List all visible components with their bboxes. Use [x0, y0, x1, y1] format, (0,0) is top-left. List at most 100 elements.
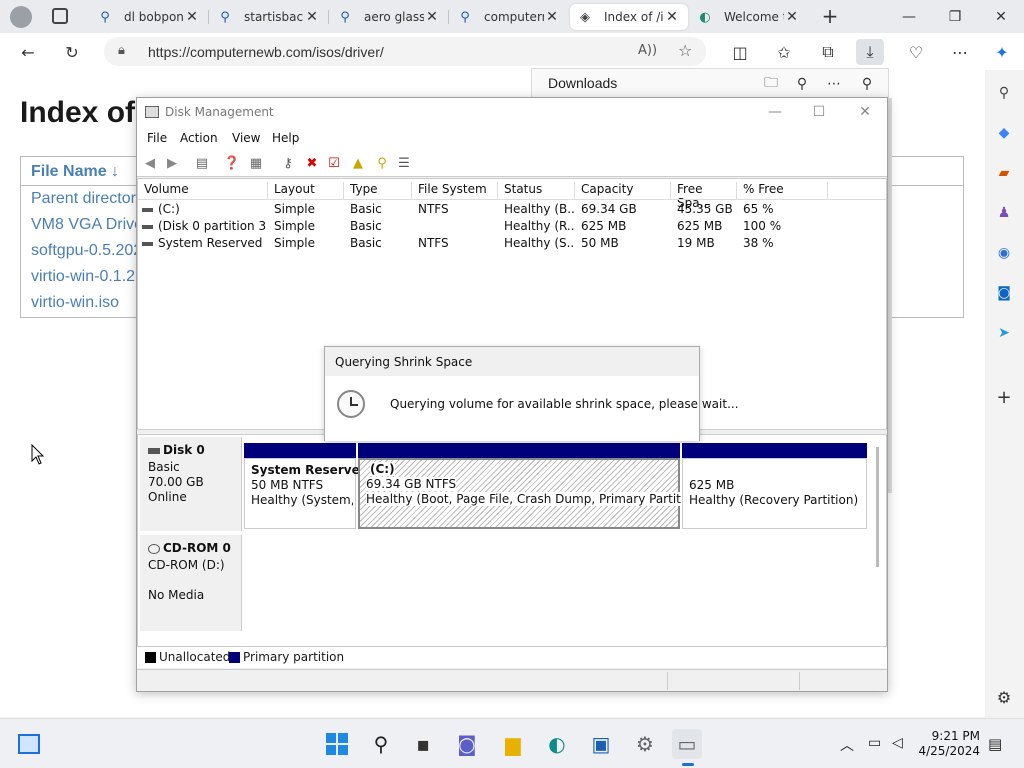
col-capacity[interactable]: Capacity	[575, 182, 671, 199]
folder-up-icon[interactable]: ▲	[349, 154, 367, 172]
search-icon[interactable]: ⚲	[366, 729, 396, 759]
show-hide-tree-icon[interactable]: ▤	[193, 154, 211, 172]
address-bar[interactable]: 🔒︎ https://computernewb.com/isos/driver/…	[104, 37, 706, 66]
disk-management-taskbar-icon[interactable]: ▭	[672, 729, 702, 759]
menu-action[interactable]: Action	[180, 131, 218, 145]
col-volume[interactable]: Volume	[138, 182, 268, 199]
table-row[interactable]: System Reserved Simple Basic NTFS Health…	[138, 235, 886, 252]
downloads-icon[interactable]: ⤓	[856, 39, 884, 65]
col-percent-free[interactable]: % Free	[737, 182, 828, 199]
col-type[interactable]: Type	[344, 182, 412, 199]
tab-1[interactable]: ⚲ startisback ✕	[210, 4, 328, 30]
col-file-system[interactable]: File System	[412, 182, 498, 199]
computer-management-icon[interactable]: ⚙	[630, 729, 660, 759]
search-downloads-icon[interactable]: ⚲	[791, 73, 813, 95]
sidebar-settings-gear-icon[interactable]: ⚙	[993, 686, 1015, 708]
menu-file[interactable]: File	[147, 131, 167, 145]
file-name-column-header[interactable]: File Name ↓	[31, 163, 119, 181]
file-link[interactable]: virtio-win.iso	[31, 294, 119, 312]
tab-5[interactable]: ◐ Welcome to Microsoft Edge ✕	[690, 4, 808, 30]
start-windows-icon[interactable]	[322, 729, 352, 759]
back-arrow-icon[interactable]: ◀	[141, 154, 159, 172]
close-tab-icon[interactable]: ✕	[184, 9, 200, 25]
close-window-button[interactable]: ✕	[978, 0, 1024, 33]
widgets-icon[interactable]	[14, 729, 44, 759]
store-icon[interactable]: ▣	[586, 729, 616, 759]
network-icon[interactable]: ▭	[868, 735, 881, 751]
shopping-tag-icon[interactable]: ◆	[993, 122, 1015, 144]
partition-recovery[interactable]: 625 MB Healthy (Recovery Partition)	[682, 458, 867, 529]
file-explorer-icon[interactable]: ▆	[498, 729, 528, 759]
help-icon[interactable]: ❓	[223, 154, 241, 172]
tab-2[interactable]: ⚲ aero glass ✕	[330, 4, 448, 30]
refresh-icon[interactable]: ↻	[58, 39, 86, 65]
add-sidebar-app-icon[interactable]: +	[993, 386, 1015, 408]
tab-4-active[interactable]: ◈ Index of /isos/driver/ ✕	[570, 4, 688, 30]
more-menu-icon[interactable]: ⋯	[946, 39, 974, 65]
browser-essentials-icon[interactable]: ♡	[902, 39, 930, 65]
edge-icon[interactable]: ◐	[542, 729, 572, 759]
url-text[interactable]: https://computernewb.com/isos/driver/	[148, 44, 384, 60]
file-link[interactable]: Parent directory/	[31, 190, 148, 208]
favorites-icon[interactable]: ✩	[770, 39, 798, 65]
telegram-icon[interactable]: ➤	[993, 322, 1015, 344]
volume-muted-icon[interactable]: ◁	[892, 735, 903, 751]
lock-icon[interactable]: 🔒︎	[118, 43, 125, 58]
close-tab-icon[interactable]: ✕	[544, 9, 560, 25]
task-view-icon[interactable]: ▪	[408, 729, 438, 759]
file-link[interactable]: VM8 VGA Driver	[31, 216, 148, 234]
col-layout[interactable]: Layout	[268, 182, 344, 199]
split-screen-icon[interactable]: ◫	[726, 39, 754, 65]
favorite-star-icon[interactable]: ☆	[678, 41, 692, 60]
file-link[interactable]: softgpu-0.5.2024	[31, 242, 151, 260]
col-status[interactable]: Status	[498, 182, 575, 199]
search-folder-icon[interactable]: ⚲	[373, 154, 391, 172]
games-icon[interactable]: ♟	[993, 202, 1015, 224]
graphical-scrollbar[interactable]	[876, 447, 879, 567]
notifications-icon[interactable]: ▤	[988, 735, 1002, 753]
dm-maximize-button[interactable]: ☐	[797, 101, 841, 123]
tab-3[interactable]: ⚲ computernewb ✕	[450, 4, 568, 30]
outlook-icon[interactable]: ◙	[993, 282, 1015, 304]
read-aloud-icon[interactable]: A))	[638, 43, 657, 58]
close-tab-icon[interactable]: ✕	[784, 9, 800, 25]
profile-avatar[interactable]	[10, 6, 32, 28]
menu-help[interactable]: Help	[272, 131, 299, 145]
dm-minimize-button[interactable]: —	[753, 101, 797, 123]
close-tab-icon[interactable]: ✕	[424, 9, 440, 25]
close-tab-icon[interactable]: ✕	[304, 9, 320, 25]
open-folder-icon[interactable]: 🗀︎	[760, 73, 782, 95]
forward-arrow-icon[interactable]: ▶	[163, 154, 181, 172]
properties-icon[interactable]: ▦	[247, 154, 265, 172]
delete-icon[interactable]: ✖	[303, 154, 321, 172]
cdrom0-label[interactable]: CD-ROM 0 CD-ROM (D:) No Media	[140, 535, 242, 631]
copilot-icon[interactable]: ✦	[988, 39, 1016, 65]
table-row[interactable]: (Disk 0 partition 3) Simple Basic Health…	[138, 218, 886, 235]
check-icon[interactable]: ☑	[325, 154, 343, 172]
tools-icon[interactable]: ▰	[993, 162, 1015, 184]
show-hidden-icons-chevron-icon[interactable]: ︿	[840, 735, 854, 755]
tab-0[interactable]: ⚲ dl bobpony ✕	[90, 4, 208, 30]
tab-actions-icon[interactable]	[52, 8, 68, 24]
menu-view[interactable]: View	[232, 131, 260, 145]
close-tab-icon[interactable]: ✕	[664, 9, 680, 25]
microsoft365-icon[interactable]: ◉	[993, 242, 1015, 264]
collections-icon[interactable]: ⧉	[814, 39, 842, 65]
partition-system-reserved[interactable]: System Reserved 50 MB NTFS Healthy (Syst…	[244, 458, 368, 529]
table-row[interactable]: (C:) Simple Basic NTFS Healthy (B... 69.…	[138, 201, 886, 218]
chat-icon[interactable]: ◙	[452, 729, 482, 759]
disk0-label[interactable]: Disk 0 Basic 70.00 GB Online	[140, 437, 242, 531]
col-free-space[interactable]: Free Spa...	[671, 182, 737, 210]
search-icon[interactable]: ⚲	[993, 82, 1015, 104]
file-link[interactable]: virtio-win-0.1.2	[31, 268, 135, 286]
minimize-button[interactable]: —	[886, 0, 932, 33]
connect-icon[interactable]: ⚷	[279, 154, 297, 172]
new-tab-button[interactable]: +	[818, 4, 842, 28]
restore-button[interactable]: ❐	[932, 0, 978, 33]
system-clock[interactable]: 9:21 PM 4/25/2024	[918, 729, 980, 759]
back-arrow-icon[interactable]: ←	[14, 39, 42, 65]
more-options-icon[interactable]: ⋯	[823, 73, 845, 95]
list-view-icon[interactable]: ☰	[395, 154, 413, 172]
pin-icon[interactable]: ⚲	[856, 73, 878, 95]
partition-c-selected[interactable]: (C:) 69.34 GB NTFS Healthy (Boot, Page F…	[358, 458, 704, 529]
